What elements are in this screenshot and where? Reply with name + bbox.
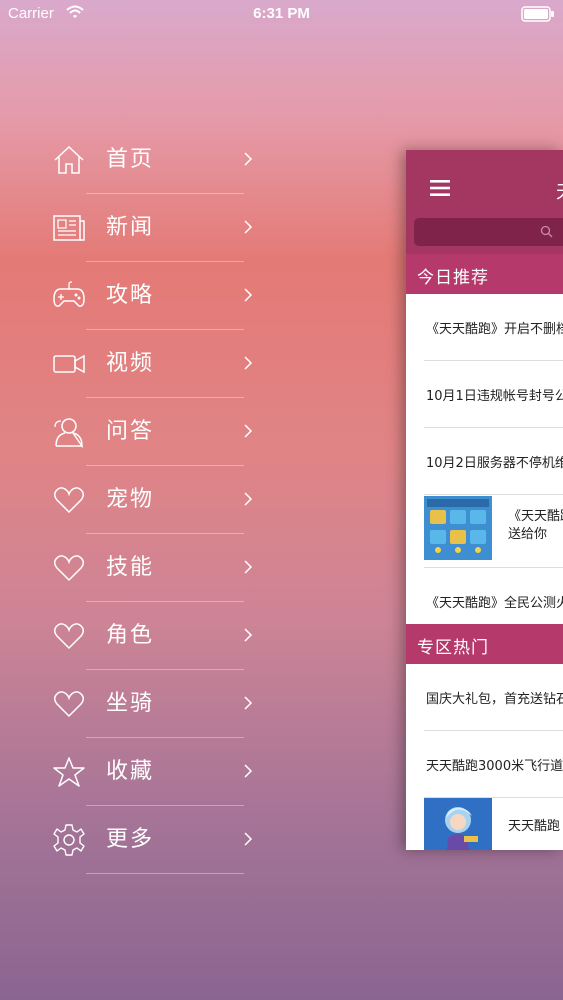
menu-label: 视频 — [106, 351, 155, 376]
main-content-panel[interactable]: 天 今日推荐 《天天酷跑》开启不删档 10月1日违规帐号封号公 10月2日服务器… — [406, 150, 563, 850]
list-item-title: 天天酷跑3000米飞行道 — [426, 759, 563, 774]
menu-item-mounts[interactable]: 坐骑 — [0, 670, 260, 738]
gear-icon — [53, 824, 85, 856]
list-item[interactable]: 10月2日服务器不停机维 — [406, 428, 563, 495]
person-question-icon — [54, 418, 83, 449]
nav-title: 天 — [556, 178, 563, 204]
menu-label: 新闻 — [106, 215, 155, 240]
menu-item-qa[interactable]: 问答 — [0, 398, 260, 466]
section-header-today: 今日推荐 — [406, 254, 563, 294]
menu-item-guides[interactable]: 攻略 — [0, 262, 260, 330]
menu-label: 收藏 — [106, 759, 155, 784]
clock-time: 6:31 PM — [253, 5, 310, 22]
chevron-right-icon — [244, 696, 253, 710]
menu-label: 首页 — [106, 147, 155, 172]
chevron-right-icon — [244, 288, 253, 302]
chevron-right-icon — [244, 492, 253, 506]
status-bar: Carrier 6:31 PM — [0, 0, 563, 30]
home-icon — [54, 145, 84, 174]
heart-icon — [53, 555, 85, 582]
section-header-hot: 专区热门 — [406, 624, 563, 664]
article-thumbnail — [424, 496, 492, 560]
chevron-right-icon — [244, 628, 253, 642]
menu-label: 更多 — [106, 827, 155, 852]
menu-label: 攻略 — [106, 283, 155, 308]
section-title: 今日推荐 — [417, 268, 489, 288]
side-menu: 首页 新闻 攻略 视频 问答 宠物 技能 角色 坐骑 收藏 更多 — [0, 126, 260, 874]
chevron-right-icon — [244, 560, 253, 574]
list-item-title: 《天天酷跑》全民公测火 — [426, 596, 563, 611]
menu-label: 宠物 — [106, 487, 155, 512]
list-item[interactable]: 《天天酷跑》开启不删档 — [406, 294, 563, 361]
list-item[interactable]: 天天酷跑3000米飞行道 — [406, 731, 563, 798]
chevron-right-icon — [244, 152, 253, 166]
list-item-title: 国庆大礼包，首充送钻石 — [426, 692, 563, 707]
list-item-title: 《天天酷跑》开启不删档 — [426, 322, 563, 337]
battery-icon — [521, 6, 554, 22]
chevron-right-icon — [244, 356, 253, 370]
menu-item-more[interactable]: 更多 — [0, 806, 260, 874]
list-item-title: 10月1日违规帐号封号公 — [426, 389, 563, 404]
star-icon — [53, 757, 85, 787]
chevron-right-icon — [244, 764, 253, 778]
menu-label: 坐骑 — [106, 691, 155, 716]
video-camera-icon — [53, 354, 85, 374]
list-item-title: 10月2日服务器不停机维 — [426, 456, 563, 471]
navigation-bar: 天 — [406, 150, 563, 212]
menu-item-favorites[interactable]: 收藏 — [0, 738, 260, 806]
menu-label: 角色 — [106, 623, 155, 648]
menu-label: 技能 — [106, 555, 155, 580]
newspaper-icon — [53, 215, 85, 241]
menu-item-characters[interactable]: 角色 — [0, 602, 260, 670]
list-item[interactable]: 国庆大礼包，首充送钻石 — [406, 664, 563, 731]
search-bar — [406, 212, 563, 254]
menu-item-skills[interactable]: 技能 — [0, 534, 260, 602]
chevron-right-icon — [244, 424, 253, 438]
heart-icon — [53, 487, 85, 514]
chevron-right-icon — [244, 220, 253, 234]
hamburger-menu-icon[interactable] — [430, 180, 450, 196]
menu-item-pets[interactable]: 宠物 — [0, 466, 260, 534]
article-thumbnail — [424, 798, 492, 850]
list-item[interactable]: 10月1日违规帐号封号公 — [406, 361, 563, 428]
menu-item-news[interactable]: 新闻 — [0, 194, 260, 262]
search-icon — [540, 225, 553, 238]
chevron-right-icon — [244, 832, 253, 846]
heart-icon — [53, 623, 85, 650]
menu-item-video[interactable]: 视频 — [0, 330, 260, 398]
menu-label: 问答 — [106, 419, 155, 444]
section-title: 专区热门 — [417, 638, 489, 658]
list-item[interactable]: 天天酷跑 — [406, 790, 563, 850]
menu-separator — [86, 873, 244, 874]
list-item[interactable]: 《天天酷跑送给你 — [406, 488, 563, 568]
list-item-title: 《天天酷跑送给你 — [508, 509, 563, 542]
menu-item-home[interactable]: 首页 — [0, 126, 260, 194]
list-item-title: 天天酷跑 — [508, 819, 561, 834]
gamepad-icon — [53, 281, 85, 307]
heart-icon — [53, 691, 85, 718]
